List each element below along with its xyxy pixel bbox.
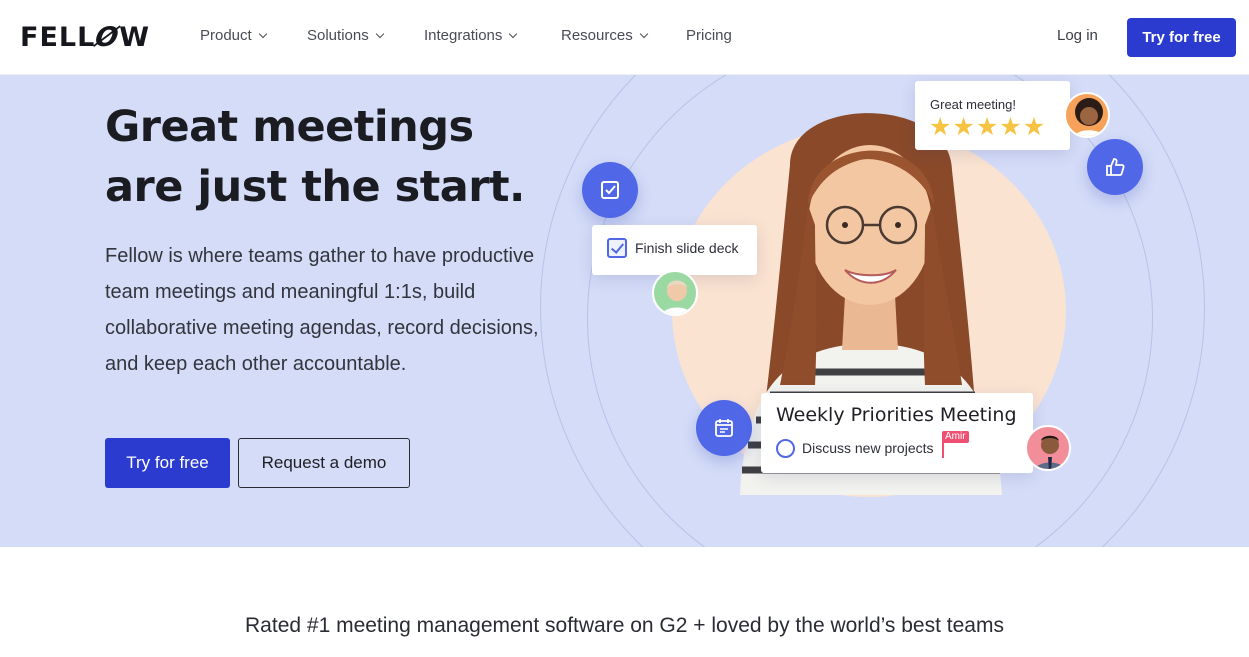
agenda-item-text: Discuss new projects	[802, 440, 934, 456]
rating-card: Great meeting! ★★★★★	[915, 81, 1070, 150]
fellow-logo[interactable]: FELLØW	[20, 22, 150, 53]
task-checkbox[interactable]	[607, 238, 627, 258]
nav-item-resources[interactable]: Resources	[561, 27, 648, 44]
avatar-curly-hair-woman	[1064, 92, 1110, 138]
calendar-icon	[715, 419, 733, 437]
nav-item-integrations[interactable]: Integrations	[424, 27, 518, 44]
headline-line-1: Great meetings	[105, 102, 474, 152]
chevron-down-icon	[375, 29, 384, 39]
meeting-card-title: Weekly Priorities Meeting	[776, 404, 1017, 426]
meeting-calendar-badge	[696, 400, 752, 456]
nav-item-label: Integrations	[424, 27, 503, 44]
star-icon: ★	[975, 112, 1000, 141]
five-star-rating: ★★★★★	[929, 114, 1046, 139]
nav-item-label: Solutions	[307, 27, 369, 44]
chevron-down-icon	[639, 29, 648, 39]
nav-try-free-button[interactable]: Try for free	[1127, 18, 1236, 57]
top-navigation: FELLØW Product Solutions Integrations Re…	[0, 0, 1249, 75]
nav-item-product[interactable]: Product	[200, 27, 267, 44]
hero-description: Fellow is where teams gather to have pro…	[105, 245, 539, 375]
task-check-badge	[582, 162, 638, 218]
task-card: Finish slide deck	[592, 225, 757, 275]
task-card-text: Finish slide deck	[635, 240, 739, 256]
star-icon: ★	[1022, 112, 1047, 141]
collaborator-cursor-label: Amir	[942, 431, 969, 443]
checkmark-icon	[601, 181, 619, 199]
star-icon: ★	[999, 112, 1023, 141]
social-proof-tagline: Rated #1 meeting management software on …	[245, 614, 1004, 637]
chevron-down-icon	[509, 29, 518, 39]
hero-headline: Great meetings are just the start.	[105, 97, 565, 217]
avatar-older-woman	[652, 270, 698, 316]
nav-item-label: Pricing	[686, 27, 732, 44]
request-demo-button[interactable]: Request a demo	[238, 438, 410, 488]
rating-card-text: Great meeting!	[930, 97, 1016, 112]
nav-item-label: Product	[200, 27, 252, 44]
star-icon: ★	[929, 112, 953, 141]
avatar-man-with-tie	[1025, 425, 1071, 471]
login-link[interactable]: Log in	[1057, 27, 1098, 44]
thumbs-up-icon	[1106, 158, 1125, 176]
nav-item-pricing[interactable]: Pricing	[686, 27, 732, 44]
star-icon: ★	[952, 112, 976, 141]
meeting-card: Weekly Priorities Meeting Discuss new pr…	[761, 393, 1033, 473]
chevron-down-icon	[258, 29, 267, 39]
like-badge	[1087, 139, 1143, 195]
try-for-free-button[interactable]: Try for free	[105, 438, 230, 488]
agenda-item-checkbox[interactable]	[776, 439, 795, 458]
nav-item-solutions[interactable]: Solutions	[307, 27, 384, 44]
headline-line-2: are just the start.	[105, 162, 525, 212]
hero-section: Great meetings are just the start. Fello…	[0, 75, 1249, 547]
nav-item-label: Resources	[561, 27, 633, 44]
